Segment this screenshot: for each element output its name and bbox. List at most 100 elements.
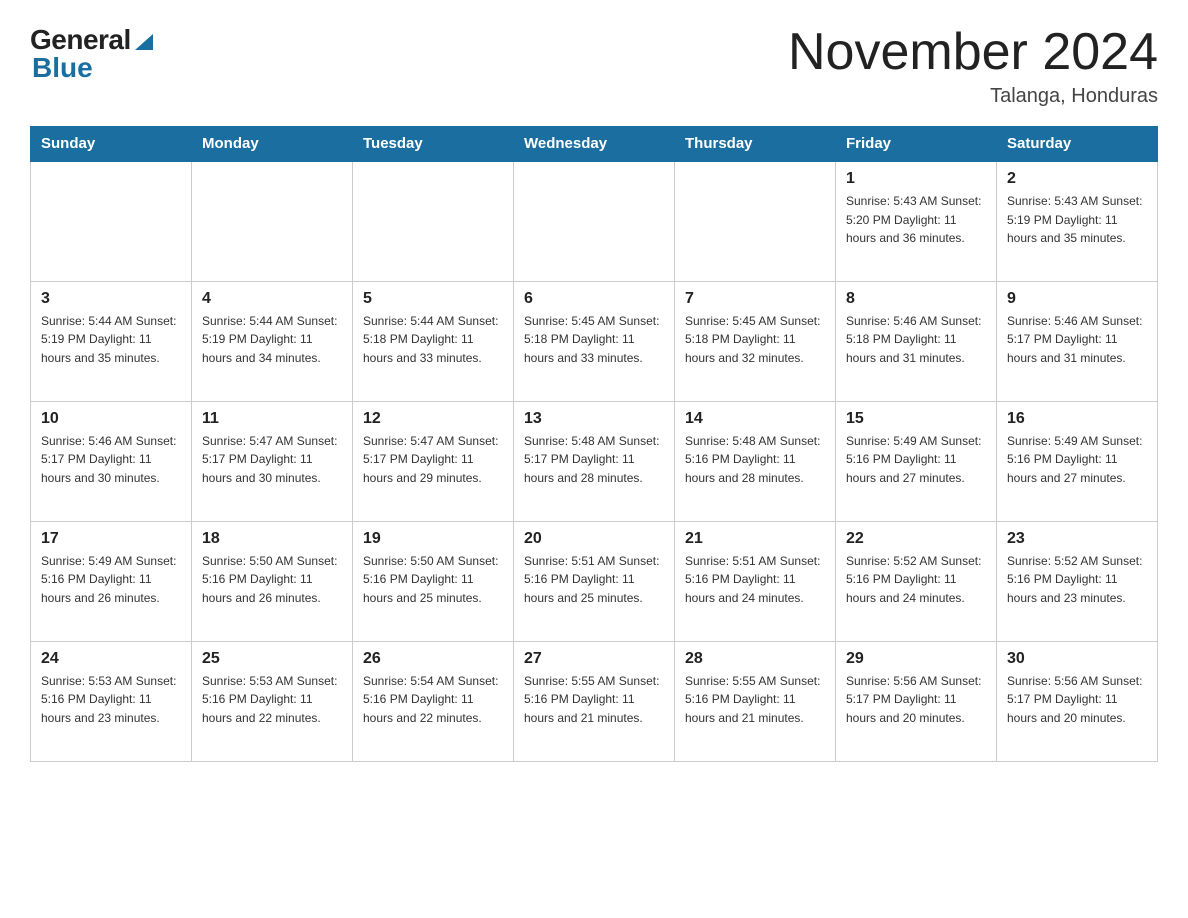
day-number: 19 xyxy=(363,530,503,548)
day-cell: 19 Sunrise: 5:50 AM Sunset: 5:16 PM Dayli… xyxy=(353,521,514,641)
day-info: Sunrise: 5:49 AM Sunset: 5:16 PM Dayligh… xyxy=(1007,432,1147,488)
day-info: Sunrise: 5:55 AM Sunset: 5:16 PM Dayligh… xyxy=(524,672,664,728)
day-info: Sunrise: 5:45 AM Sunset: 5:18 PM Dayligh… xyxy=(685,312,825,368)
day-info: Sunrise: 5:49 AM Sunset: 5:16 PM Dayligh… xyxy=(41,552,181,608)
day-cell: 20 Sunrise: 5:51 AM Sunset: 5:16 PM Dayli… xyxy=(514,521,675,641)
day-cell: 7 Sunrise: 5:45 AM Sunset: 5:18 PM Daylig… xyxy=(675,281,836,401)
day-cell: 5 Sunrise: 5:44 AM Sunset: 5:18 PM Daylig… xyxy=(353,281,514,401)
day-cell xyxy=(514,161,675,281)
day-cell: 28 Sunrise: 5:55 AM Sunset: 5:16 PM Dayli… xyxy=(675,641,836,761)
day-cell: 29Sunrise: 5:56 AM Sunset: 5:17 PM Dayli… xyxy=(836,641,997,761)
day-number: 24 xyxy=(41,650,181,668)
day-cell: 6 Sunrise: 5:45 AM Sunset: 5:18 PM Daylig… xyxy=(514,281,675,401)
day-number: 30 xyxy=(1007,650,1147,668)
day-cell: 27 Sunrise: 5:55 AM Sunset: 5:16 PM Dayli… xyxy=(514,641,675,761)
day-cell: 2Sunrise: 5:43 AM Sunset: 5:19 PM Daylig… xyxy=(997,161,1158,281)
calendar-table: Sunday Monday Tuesday Wednesday Thursday… xyxy=(30,126,1158,762)
day-cell xyxy=(192,161,353,281)
day-cell xyxy=(353,161,514,281)
day-number: 13 xyxy=(524,410,664,428)
day-number: 3 xyxy=(41,290,181,308)
day-info: Sunrise: 5:49 AM Sunset: 5:16 PM Dayligh… xyxy=(846,432,986,488)
week-row-5: 24 Sunrise: 5:53 AM Sunset: 5:16 PM Dayli… xyxy=(31,641,1158,761)
day-cell: 9Sunrise: 5:46 AM Sunset: 5:17 PM Daylig… xyxy=(997,281,1158,401)
col-friday: Friday xyxy=(836,127,997,162)
col-tuesday: Tuesday xyxy=(353,127,514,162)
day-info: Sunrise: 5:55 AM Sunset: 5:16 PM Dayligh… xyxy=(685,672,825,728)
week-row-1: 1Sunrise: 5:43 AM Sunset: 5:20 PM Daylig… xyxy=(31,161,1158,281)
day-number: 29 xyxy=(846,650,986,668)
day-info: Sunrise: 5:45 AM Sunset: 5:18 PM Dayligh… xyxy=(524,312,664,368)
logo-area: General Blue xyxy=(30,24,155,84)
calendar-body: 1Sunrise: 5:43 AM Sunset: 5:20 PM Daylig… xyxy=(31,161,1158,761)
col-wednesday: Wednesday xyxy=(514,127,675,162)
day-info: Sunrise: 5:46 AM Sunset: 5:18 PM Dayligh… xyxy=(846,312,986,368)
day-cell: 15 Sunrise: 5:49 AM Sunset: 5:16 PM Dayli… xyxy=(836,401,997,521)
day-number: 27 xyxy=(524,650,664,668)
day-number: 5 xyxy=(363,290,503,308)
day-info: Sunrise: 5:53 AM Sunset: 5:16 PM Dayligh… xyxy=(41,672,181,728)
day-info: Sunrise: 5:50 AM Sunset: 5:16 PM Dayligh… xyxy=(363,552,503,608)
day-info: Sunrise: 5:54 AM Sunset: 5:16 PM Dayligh… xyxy=(363,672,503,728)
col-monday: Monday xyxy=(192,127,353,162)
day-cell: 10Sunrise: 5:46 AM Sunset: 5:17 PM Dayli… xyxy=(31,401,192,521)
location-subtitle: Talanga, Honduras xyxy=(788,85,1158,108)
day-cell: 11Sunrise: 5:47 AM Sunset: 5:17 PM Dayli… xyxy=(192,401,353,521)
day-cell xyxy=(675,161,836,281)
day-cell: 24 Sunrise: 5:53 AM Sunset: 5:16 PM Dayli… xyxy=(31,641,192,761)
day-cell: 30 Sunrise: 5:56 AM Sunset: 5:17 PM Dayli… xyxy=(997,641,1158,761)
day-info: Sunrise: 5:47 AM Sunset: 5:17 PM Dayligh… xyxy=(363,432,503,488)
day-number: 18 xyxy=(202,530,342,548)
day-cell: 26 Sunrise: 5:54 AM Sunset: 5:16 PM Dayli… xyxy=(353,641,514,761)
header-row: Sunday Monday Tuesday Wednesday Thursday… xyxy=(31,127,1158,162)
day-cell: 3 Sunrise: 5:44 AM Sunset: 5:19 PM Daylig… xyxy=(31,281,192,401)
day-number: 20 xyxy=(524,530,664,548)
day-info: Sunrise: 5:43 AM Sunset: 5:20 PM Dayligh… xyxy=(846,192,986,248)
day-number: 17 xyxy=(41,530,181,548)
day-number: 26 xyxy=(363,650,503,668)
header: General Blue November 2024 Talanga, Hond… xyxy=(30,24,1158,108)
day-number: 8 xyxy=(846,290,986,308)
calendar-title: November 2024 xyxy=(788,24,1158,81)
day-cell: 8 Sunrise: 5:46 AM Sunset: 5:18 PM Daylig… xyxy=(836,281,997,401)
col-sunday: Sunday xyxy=(31,127,192,162)
day-info: Sunrise: 5:44 AM Sunset: 5:18 PM Dayligh… xyxy=(363,312,503,368)
logo-blue-text: Blue xyxy=(32,52,93,83)
day-info: Sunrise: 5:51 AM Sunset: 5:16 PM Dayligh… xyxy=(524,552,664,608)
day-number: 21 xyxy=(685,530,825,548)
day-cell: 12 Sunrise: 5:47 AM Sunset: 5:17 PM Dayli… xyxy=(353,401,514,521)
day-cell: 18 Sunrise: 5:50 AM Sunset: 5:16 PM Dayli… xyxy=(192,521,353,641)
day-number: 12 xyxy=(363,410,503,428)
day-info: Sunrise: 5:56 AM Sunset: 5:17 PM Dayligh… xyxy=(1007,672,1147,728)
day-info: Sunrise: 5:48 AM Sunset: 5:16 PM Dayligh… xyxy=(685,432,825,488)
day-info: Sunrise: 5:52 AM Sunset: 5:16 PM Dayligh… xyxy=(846,552,986,608)
day-number: 16 xyxy=(1007,410,1147,428)
week-row-2: 3 Sunrise: 5:44 AM Sunset: 5:19 PM Daylig… xyxy=(31,281,1158,401)
day-number: 4 xyxy=(202,290,342,308)
day-cell: 21 Sunrise: 5:51 AM Sunset: 5:16 PM Dayli… xyxy=(675,521,836,641)
day-cell: 25 Sunrise: 5:53 AM Sunset: 5:16 PM Dayli… xyxy=(192,641,353,761)
day-info: Sunrise: 5:43 AM Sunset: 5:19 PM Dayligh… xyxy=(1007,192,1147,248)
day-number: 14 xyxy=(685,410,825,428)
day-cell: 4Sunrise: 5:44 AM Sunset: 5:19 PM Daylig… xyxy=(192,281,353,401)
day-info: Sunrise: 5:47 AM Sunset: 5:17 PM Dayligh… xyxy=(202,432,342,488)
day-cell xyxy=(31,161,192,281)
day-cell: 17 Sunrise: 5:49 AM Sunset: 5:16 PM Dayli… xyxy=(31,521,192,641)
day-number: 10 xyxy=(41,410,181,428)
calendar-header: Sunday Monday Tuesday Wednesday Thursday… xyxy=(31,127,1158,162)
day-number: 7 xyxy=(685,290,825,308)
day-number: 25 xyxy=(202,650,342,668)
day-info: Sunrise: 5:51 AM Sunset: 5:16 PM Dayligh… xyxy=(685,552,825,608)
title-area: November 2024 Talanga, Honduras xyxy=(788,24,1158,108)
day-info: Sunrise: 5:44 AM Sunset: 5:19 PM Dayligh… xyxy=(41,312,181,368)
day-number: 28 xyxy=(685,650,825,668)
day-info: Sunrise: 5:52 AM Sunset: 5:16 PM Dayligh… xyxy=(1007,552,1147,608)
day-info: Sunrise: 5:46 AM Sunset: 5:17 PM Dayligh… xyxy=(1007,312,1147,368)
day-info: Sunrise: 5:50 AM Sunset: 5:16 PM Dayligh… xyxy=(202,552,342,608)
day-info: Sunrise: 5:53 AM Sunset: 5:16 PM Dayligh… xyxy=(202,672,342,728)
logo-blue-row: Blue xyxy=(32,52,93,84)
day-number: 6 xyxy=(524,290,664,308)
day-info: Sunrise: 5:48 AM Sunset: 5:17 PM Dayligh… xyxy=(524,432,664,488)
day-number: 23 xyxy=(1007,530,1147,548)
day-number: 15 xyxy=(846,410,986,428)
